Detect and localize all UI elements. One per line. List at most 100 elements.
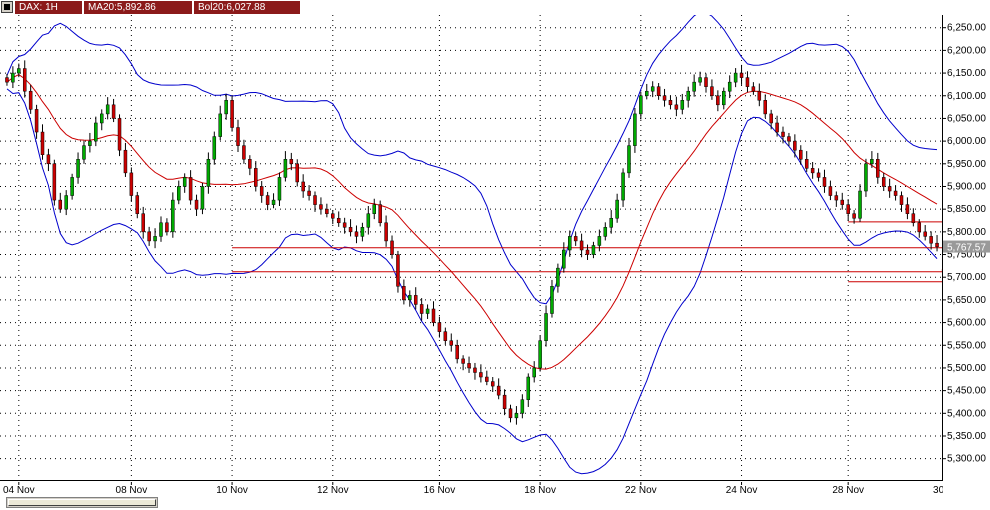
candle-body (627, 145, 631, 174)
candle-body (105, 104, 110, 115)
price-chart[interactable] (0, 11, 990, 481)
candle-body (76, 159, 80, 178)
candle-body (254, 168, 258, 187)
moving-average-line (6, 74, 938, 370)
candle-body (650, 86, 655, 92)
candle-body (64, 195, 68, 210)
candle-body (242, 145, 246, 160)
candle-body (366, 213, 371, 228)
price-tick-label: 5,300.00 (947, 454, 986, 465)
candle-body (799, 149, 803, 160)
candle-body (22, 68, 27, 92)
chart-scrollbar[interactable] (0, 495, 990, 510)
candle-body (858, 190, 862, 219)
candle-body (881, 177, 886, 187)
candle-body (935, 242, 939, 248)
price-chart-svg[interactable] (0, 11, 990, 480)
candle-body (88, 140, 92, 146)
chart-toolbar: DAX: 1H MA20:5,892.86 Bol20:6,027.88 (0, 0, 990, 15)
candle-body (775, 122, 779, 133)
candle-body (609, 217, 613, 228)
candle-body (431, 308, 436, 323)
candle-body (467, 363, 471, 369)
candle-body (70, 177, 74, 196)
candle-body (135, 195, 140, 214)
price-axis-svg: 6,250.00 6,200.00 6,150.00 6,100.00 6,050.00… (943, 23, 990, 465)
candle-body (923, 231, 927, 237)
candle-body (177, 186, 181, 201)
time-axis[interactable]: 04 Nov 08 Nov 10 Nov 12 Nov 16 Nov 18 Nov 22 N… (0, 481, 965, 496)
candle-body (769, 113, 773, 124)
candle-body (331, 213, 335, 219)
candle-body (585, 249, 590, 255)
candle-body (188, 177, 193, 201)
scrollbar-thumb[interactable] (8, 499, 156, 506)
candle-body (425, 308, 430, 314)
candle-body (384, 222, 388, 242)
candle-body (591, 245, 596, 255)
last-price-label: 5,767.57 (947, 243, 986, 254)
candle-body (496, 385, 501, 396)
price-tick-label: 5,400.00 (947, 408, 986, 419)
candle-body (870, 159, 874, 165)
candle-body (360, 227, 365, 237)
candle-body (295, 163, 299, 183)
candle-body (301, 181, 305, 192)
window-menu-button[interactable] (1, 1, 13, 13)
candle-body (793, 140, 797, 151)
candle-body (615, 199, 619, 219)
candle-body (864, 163, 868, 192)
candle-body (479, 372, 483, 378)
candle-body (929, 236, 933, 244)
bollinger-upper-line (6, 11, 938, 305)
candle-body (781, 131, 785, 137)
symbol-chip[interactable]: DAX: 1H (15, 1, 82, 14)
price-tick-label: 6,250.00 (947, 23, 986, 34)
candle-body (751, 86, 756, 92)
candle-body (283, 159, 288, 178)
candle-body (828, 186, 833, 196)
candle-body (520, 399, 525, 414)
price-tick-label: 5,850.00 (947, 204, 986, 215)
candle-body (698, 77, 702, 83)
candle-body (218, 113, 222, 137)
candle-body (82, 145, 86, 160)
ma-indicator-chip[interactable]: MA20:5,892.86 (84, 1, 192, 14)
price-tick-label: 5,350.00 (947, 431, 986, 442)
candle-body (443, 331, 448, 341)
candle-body (94, 122, 98, 142)
candle-body (645, 90, 649, 97)
candle-body (876, 159, 880, 178)
price-axis[interactable]: 6,250.00 6,200.00 6,150.00 6,100.00 6,050.00… (943, 15, 990, 481)
candle-body (526, 376, 531, 400)
candle-body (538, 340, 542, 369)
price-tick-label: 5,950.00 (947, 159, 986, 170)
candle-body (271, 199, 276, 205)
candle-body (224, 100, 228, 115)
price-tick-label: 5,700.00 (947, 272, 986, 283)
candle-body (313, 195, 317, 205)
candle-body (621, 172, 625, 201)
candle-body (182, 177, 187, 187)
candle-body (123, 149, 128, 174)
bollinger-indicator-chip[interactable]: Bol20:6,027.88 (194, 1, 300, 14)
candle-body (159, 222, 163, 237)
candle-body (129, 172, 134, 196)
candle-body (319, 204, 323, 210)
candle-body (58, 199, 63, 210)
candle-body (757, 90, 762, 101)
price-tick-label: 6,000.00 (947, 136, 986, 147)
candle-body (490, 381, 495, 387)
candle-body (141, 213, 145, 233)
candle-body (633, 113, 637, 146)
candle-body (236, 127, 240, 146)
candle-body (514, 413, 519, 419)
candle-body (716, 95, 720, 106)
candle-body (556, 267, 560, 287)
candle-body (212, 136, 217, 160)
candle-body (597, 236, 602, 246)
price-tick-label: 5,500.00 (947, 363, 986, 374)
candle-body (390, 240, 394, 255)
candle-body (419, 304, 424, 314)
candle-body (259, 186, 264, 196)
